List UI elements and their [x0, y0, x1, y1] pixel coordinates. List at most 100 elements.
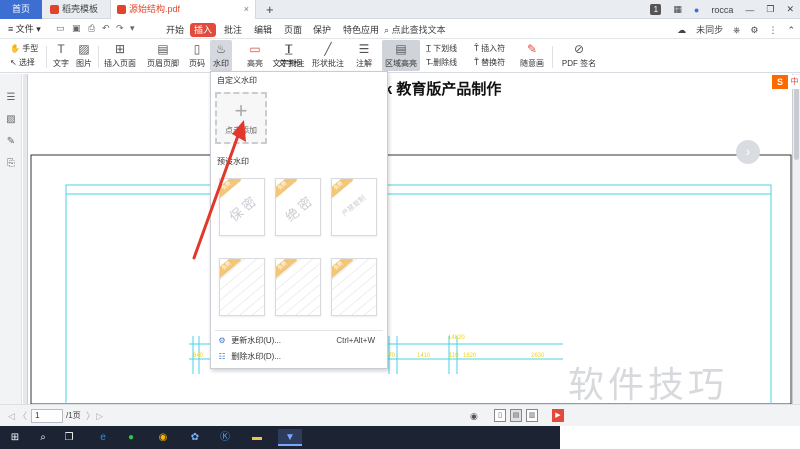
ie-icon[interactable]: e	[94, 429, 112, 446]
sync-status[interactable]: 未同步	[691, 23, 728, 37]
more-options-icon[interactable]: ⋮	[763, 23, 782, 37]
tab-home[interactable]: 首页	[0, 0, 42, 19]
tab-pdf-label: 源始结构.pdf	[129, 4, 181, 14]
preset-watermark-tiled-2[interactable]: 免费	[275, 258, 321, 316]
user-name[interactable]: rocca	[705, 5, 739, 15]
text-button[interactable]: T 文字	[51, 40, 71, 69]
menu-protect[interactable]: 保护	[309, 23, 335, 37]
menu-start[interactable]: 开始	[162, 23, 188, 37]
search-taskbar-icon[interactable]: ⌕	[34, 429, 52, 446]
settings-icon[interactable]: ⚙	[745, 23, 763, 37]
add-watermark-button[interactable]: + 点击添加	[215, 92, 267, 144]
insert-char-button[interactable]: T̂ 插入符	[474, 43, 505, 55]
wechat-icon[interactable]: ●	[122, 429, 140, 446]
preset-watermark-tiled-1[interactable]: 免费	[219, 258, 265, 316]
text-annotation-button[interactable]: T̲ 文字批注	[272, 40, 305, 69]
preset-watermark-tiled-3[interactable]: 免费	[331, 258, 377, 316]
grid-icon[interactable]: ▦	[667, 4, 688, 15]
maximize-icon[interactable]: ❐	[760, 4, 780, 15]
page-number-input[interactable]: 1	[31, 409, 63, 423]
page-number-button[interactable]: ▯ 页码	[187, 40, 207, 69]
notification-badge[interactable]: 1	[650, 4, 662, 15]
strikethrough-icon: T̶	[426, 58, 431, 67]
underline-button[interactable]: T̲ 下划线	[426, 43, 457, 55]
preset-watermark-top-secret[interactable]: 免费 绝 密	[275, 178, 321, 236]
update-watermark-item[interactable]: ⚙ 更新水印(U)... Ctrl+Alt+W	[215, 334, 383, 348]
note-button[interactable]: ☰ 注解	[352, 40, 376, 69]
prev-page-icon[interactable]: ◁	[8, 409, 15, 423]
menu-insert[interactable]: 插入	[190, 23, 217, 37]
open-icon[interactable]: ▭	[56, 24, 65, 33]
template-icon	[50, 5, 59, 14]
collapse-icon[interactable]: ⌃	[782, 23, 800, 37]
note-label: 注解	[356, 59, 372, 68]
redo-icon[interactable]: ↷	[116, 24, 125, 33]
close-tab-icon[interactable]: ×	[244, 0, 249, 19]
ribbon-toolbar: ✋ 手型 ↖ 选择 T 文字 ▨ 图片 ⊞ 插入页面 ▤ 页眉页脚 ▯ 页码 ♨…	[0, 40, 800, 73]
menu-page[interactable]: 页面	[280, 23, 306, 37]
outline-icon[interactable]: ☰	[5, 92, 17, 104]
file-menu[interactable]: ≡ 文件 ▾	[8, 22, 41, 37]
cad-drawing: 14820 840 1410 2630 110 870 1620	[30, 154, 792, 404]
sogou-logo[interactable]: S	[772, 75, 788, 89]
more-icon[interactable]: ▾	[130, 24, 139, 33]
highlight-button[interactable]: ▭ 高亮	[244, 40, 266, 69]
menu-edit[interactable]: 编辑	[250, 23, 276, 37]
print-icon[interactable]: ⎙	[88, 24, 97, 33]
text-annotation-icon: T̲	[284, 42, 293, 56]
minimize-icon[interactable]: —	[739, 5, 760, 15]
menu-annotate[interactable]: 批注	[220, 23, 246, 37]
sogou-pinyin-icon[interactable]: 中	[789, 75, 800, 89]
undo-icon[interactable]: ↶	[102, 24, 111, 33]
chrome-icon[interactable]: ◉	[154, 429, 172, 446]
wps-pdf-icon[interactable]: ▼	[278, 429, 302, 446]
save-icon[interactable]: ▣	[72, 24, 81, 33]
thumbnail-icon[interactable]: ▨	[5, 114, 17, 126]
share-icon[interactable]: ⎈	[728, 23, 745, 37]
close-window-icon[interactable]: ✕	[780, 4, 800, 15]
next-arrow-icon[interactable]: 〉	[86, 409, 95, 423]
windows-taskbar: ⊞ ⌕ ❐ e ● ◉ ✿ Ⓚ ▬ ▼	[0, 426, 560, 449]
search-command[interactable]: ⌕ 点此查找文本	[384, 23, 446, 37]
tab-pdf-document[interactable]: 源始结构.pdf ×	[110, 0, 256, 19]
single-page-view-icon[interactable]: ▯	[494, 409, 506, 422]
pdf-sign-button[interactable]: ⊘ PDF 签名	[560, 40, 598, 69]
hand-tool[interactable]: ✋ 手型	[10, 43, 38, 55]
last-page-icon[interactable]: ▷	[96, 409, 103, 423]
preset-watermark-no-copy[interactable]: 免费 严禁复制	[331, 178, 377, 236]
avatar[interactable]: ●	[688, 5, 705, 15]
k-app-icon[interactable]: Ⓚ	[216, 429, 234, 446]
area-highlight-button[interactable]: ▤ 区域高亮	[382, 40, 420, 71]
shape-annotation-button[interactable]: ╱ 形状批注	[310, 40, 346, 69]
header-footer-button[interactable]: ▤ 页眉页脚	[144, 40, 182, 69]
prev-arrow-icon[interactable]: 〈	[18, 409, 27, 423]
watermark-button[interactable]: ♨ 水印	[210, 40, 232, 71]
insert-page-button[interactable]: ⊞ 插入页面	[102, 40, 138, 69]
reading-mode-icon[interactable]: ◉	[470, 409, 478, 423]
menu-features[interactable]: 特色应用	[339, 23, 383, 37]
next-page-button[interactable]: ›	[736, 140, 760, 164]
image-button[interactable]: ▨ 图片	[74, 40, 94, 69]
strikethrough-button[interactable]: T̶ 删除线	[426, 57, 457, 69]
task-view-icon[interactable]: ❐	[60, 429, 78, 446]
delete-watermark-item[interactable]: ☷ 删除水印(D)...	[215, 350, 383, 364]
cursor-icon: ↖	[10, 58, 17, 67]
start-icon[interactable]: ⊞	[6, 429, 24, 446]
file-explorer-icon[interactable]: ▬	[248, 429, 266, 446]
select-tool[interactable]: ↖ 选择	[10, 57, 35, 69]
app-icon[interactable]: ✿	[186, 429, 204, 446]
preset-watermark-confidential[interactable]: 免费 保 密	[219, 178, 265, 236]
annotation-list-icon[interactable]: ✎	[5, 136, 17, 148]
underline-label: 下划线	[433, 44, 458, 53]
replace-char-button[interactable]: T̃ 替换符	[474, 57, 505, 69]
strikethrough-label: 删除线	[433, 58, 458, 67]
replace-char-label: 替换符	[481, 58, 506, 67]
bookmark-icon[interactable]: ⎘	[5, 158, 17, 170]
insert-char-icon: T̂	[474, 44, 479, 53]
freehand-button[interactable]: ✎ 随意画	[516, 40, 548, 69]
plus-icon: +	[234, 98, 248, 123]
new-tab-button[interactable]: +	[266, 0, 274, 19]
continuous-view-icon[interactable]: ▤	[510, 409, 522, 422]
double-page-view-icon[interactable]: ▥	[526, 409, 538, 422]
play-icon[interactable]: ▶	[552, 409, 564, 422]
